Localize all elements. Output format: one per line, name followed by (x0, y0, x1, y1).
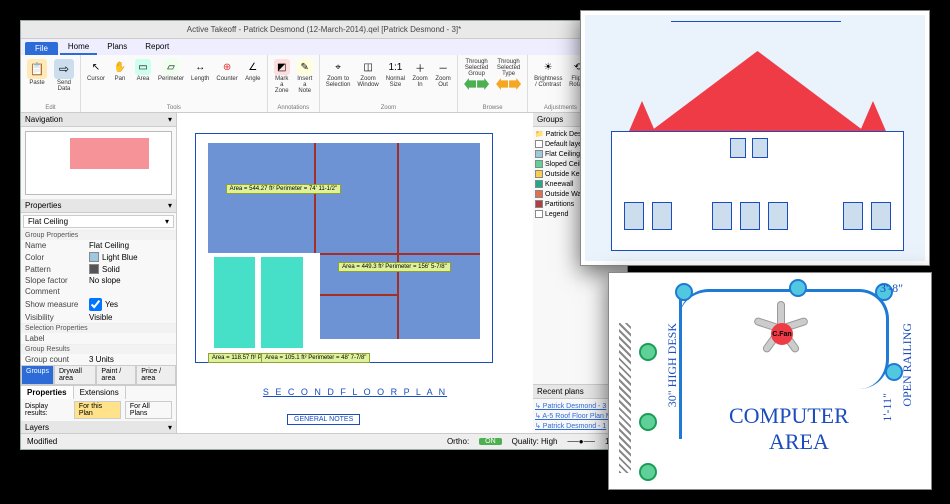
left-panels: Navigation▾ Properties▾ Flat Ceiling▾ Gr… (21, 113, 177, 433)
fan-label: C.Fan (771, 323, 793, 345)
mark-zone-button[interactable]: ◩Mark a Zone (272, 57, 292, 102)
btn-for-all-plans[interactable]: For All Plans (125, 401, 172, 419)
layers-panel-title: Layers▾ (21, 421, 176, 433)
brightness-button[interactable]: ☀Brightness / Contrast (532, 57, 564, 102)
tab-plans[interactable]: Plans (99, 40, 135, 55)
insert-note-button[interactable]: ✎Insert a Note (295, 57, 315, 102)
perimeter-button[interactable]: ▱Perimeter (156, 57, 186, 102)
zoom-window-button[interactable]: ◫Zoom Window (355, 57, 380, 102)
ribbon-group-zoom: ⌖Zoom to Selection ◫Zoom Window 1:1Norma… (320, 55, 458, 112)
ribbon-group-edit: 📋Paste ⇨Send Data (21, 55, 81, 112)
zoom-out-button[interactable]: －Zoom Out (433, 57, 453, 102)
tab-report[interactable]: Report (137, 40, 177, 55)
pan-button[interactable]: ✋Pan (110, 57, 130, 102)
subtab-price[interactable]: Price / area (136, 365, 176, 385)
prop-visibility[interactable]: Visible (89, 313, 172, 322)
section-group-properties: Group Properties (21, 230, 176, 240)
tab-extensions[interactable]: Extensions (74, 386, 126, 399)
subtab-paint[interactable]: Paint / area (96, 365, 136, 385)
btn-for-this-plan[interactable]: For this Plan (74, 401, 121, 419)
zoom-slider[interactable]: ──●── (567, 437, 595, 446)
file-menu[interactable]: File (25, 42, 58, 55)
wall-hatch (619, 323, 631, 473)
tab-properties[interactable]: Properties (21, 386, 74, 399)
railing-label: OPEN RAILING (900, 323, 915, 407)
quality-label[interactable]: Quality: High (512, 437, 558, 446)
counter-button[interactable]: ⊕Counter (214, 57, 239, 102)
computer-area-label-1: COMPUTER (729, 403, 849, 429)
area-label-b: Area = 449.3 ft² Perimeter = 156' 5-7/8" (338, 262, 451, 272)
general-notes-box: GENERAL NOTES (287, 414, 360, 425)
dim-top: 3'-8" (880, 281, 903, 296)
angle-button[interactable]: ∠Angle (243, 57, 263, 102)
ortho-label: Ortho: (447, 437, 469, 446)
area-label-d: Area = 105.1 ft² Perimeter = 48' 7-7/8" (261, 353, 370, 363)
section-group-results: Group Results (21, 344, 176, 354)
subtab-groups[interactable]: Groups (21, 365, 54, 385)
prop-name[interactable]: Flat Ceiling (89, 241, 172, 250)
zoom-selection-button[interactable]: ⌖Zoom to Selection (324, 57, 353, 102)
prop-color[interactable]: Light Blue (89, 252, 172, 262)
plan-title: S E C O N D F L O O R P L A N (177, 387, 533, 397)
application-window: Active Takeoff - Patrick Desmond (12-Mar… (20, 20, 628, 450)
status-bar: Modified Ortho: ON Quality: High ──●── 1… (21, 433, 627, 449)
area-button[interactable]: ▭Area (133, 57, 153, 102)
prop-count: 3 Units (89, 355, 172, 364)
ribbon-tabs: File Home Plans Report (21, 39, 627, 55)
ribbon: 📋Paste ⇨Send Data ↖Cursor ✋Pan ▭Area ▱Pe… (21, 55, 627, 113)
panel-collapse-icon[interactable]: ▾ (168, 423, 172, 432)
area-label-a: Area = 544.27 ft² Perimeter = 74' 11-1/2… (226, 184, 342, 194)
dim-right: 1'-11" (880, 393, 895, 422)
through-type-button[interactable]: Through Selected Type (494, 57, 523, 102)
ribbon-group-browse: Through Selected Group Through Selected … (458, 55, 528, 112)
prop-pattern[interactable]: Solid (89, 264, 172, 274)
navigation-thumbnail[interactable] (25, 131, 172, 195)
properties-panel-title: Properties▾ (21, 199, 176, 213)
titlebar: Active Takeoff - Patrick Desmond (12-Mar… (21, 21, 627, 39)
send-data-button[interactable]: ⇨Send Data (52, 57, 76, 102)
computer-area-label-2: AREA (769, 429, 829, 455)
ortho-toggle[interactable]: ON (479, 438, 502, 445)
normal-size-button[interactable]: 1:1Normal Size (384, 57, 407, 102)
panel-collapse-icon[interactable]: ▾ (168, 115, 172, 124)
window-title: Active Takeoff - Patrick Desmond (12-Mar… (187, 25, 461, 34)
desk-label: 30" HIGH DESK (665, 323, 680, 407)
cursor-button[interactable]: ↖Cursor (85, 57, 107, 102)
prop-show-measure[interactable]: Yes (89, 298, 172, 311)
length-button[interactable]: ↔Length (189, 57, 211, 102)
subtab-drywall[interactable]: Drywall area (54, 365, 96, 385)
selected-group-name[interactable]: Flat Ceiling (28, 217, 165, 226)
drawing-canvas[interactable]: Area = 544.27 ft² Perimeter = 74' 11-1/2… (177, 113, 533, 433)
ceiling-fan-icon: C.Fan (749, 301, 809, 361)
navigation-panel-title: Navigation▾ (21, 113, 176, 127)
elevation-preview (580, 10, 930, 266)
floor-plan: Area = 544.27 ft² Perimeter = 74' 11-1/2… (195, 133, 493, 363)
zoom-in-button[interactable]: ＋Zoom In (410, 57, 430, 102)
section-selection-properties: Selection Properties (21, 323, 176, 333)
tab-home[interactable]: Home (60, 40, 97, 55)
status-modified: Modified (27, 437, 57, 446)
paste-button[interactable]: 📋Paste (25, 57, 49, 102)
ribbon-group-tools: ↖Cursor ✋Pan ▭Area ▱Perimeter ↔Length ⊕C… (81, 55, 268, 112)
dropdown-icon[interactable]: ▾ (165, 217, 169, 226)
through-group-button[interactable]: Through Selected Group (462, 57, 491, 102)
display-results-label: Display results: (25, 403, 70, 417)
prop-slope[interactable]: No slope (89, 276, 172, 285)
ribbon-group-annotations: ◩Mark a Zone ✎Insert a Note (268, 55, 320, 112)
computer-area-detail: C.Fan COMPUTER AREA 30" HIGH DESK OPEN R… (608, 272, 932, 490)
property-subtabs: Groups Drywall area Paint / area Price /… (21, 365, 176, 385)
panel-collapse-icon[interactable]: ▾ (168, 201, 172, 210)
